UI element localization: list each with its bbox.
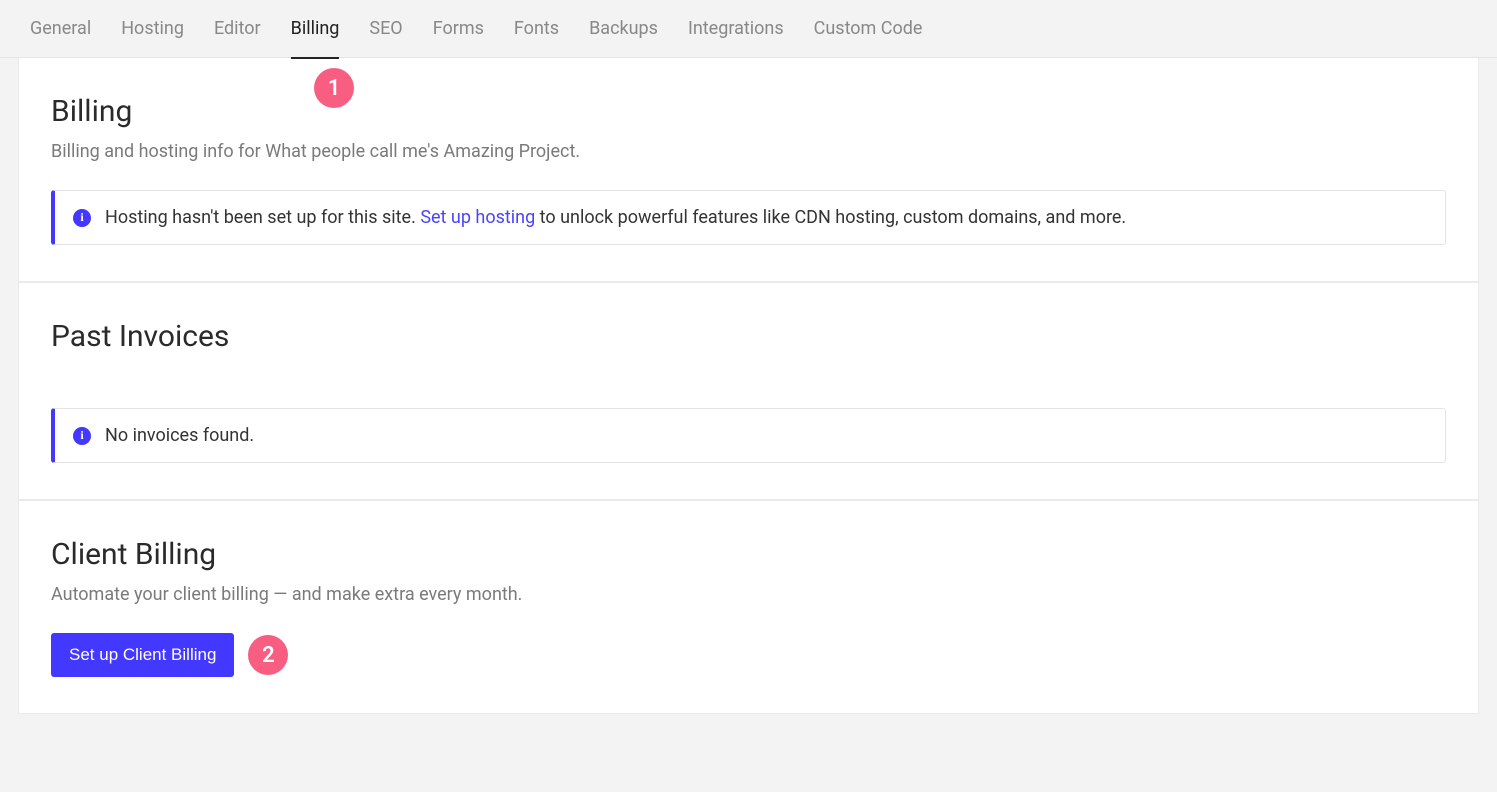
hosting-info-text: Hosting hasn't been set up for this site… xyxy=(105,207,1126,228)
client-billing-title: Client Billing xyxy=(51,537,1446,572)
past-invoices-panel: Past Invoices i No invoices found. xyxy=(18,282,1479,500)
tab-backups[interactable]: Backups xyxy=(589,0,658,58)
tab-editor[interactable]: Editor xyxy=(214,0,261,58)
tab-fonts[interactable]: Fonts xyxy=(514,0,559,58)
set-up-hosting-link[interactable]: Set up hosting xyxy=(420,207,535,228)
info-icon: i xyxy=(73,427,91,445)
annotation-marker-1: 1 xyxy=(314,68,354,108)
hosting-info-post: to unlock powerful features like CDN hos… xyxy=(535,207,1126,228)
past-invoices-title: Past Invoices xyxy=(51,319,1446,354)
client-billing-subtitle: Automate your client billing — and make … xyxy=(51,584,1446,605)
no-invoices-text: No invoices found. xyxy=(105,425,254,446)
billing-title: Billing xyxy=(51,94,1446,129)
annotation-marker-2: 2 xyxy=(248,635,288,675)
tab-seo[interactable]: SEO xyxy=(369,0,402,58)
invoices-info-box: i No invoices found. xyxy=(51,408,1446,463)
tab-custom-code[interactable]: Custom Code xyxy=(814,0,923,58)
client-billing-panel: Client Billing Automate your client bill… xyxy=(18,500,1479,714)
hosting-info-pre: Hosting hasn't been set up for this site… xyxy=(105,207,420,228)
hosting-info-box: i Hosting hasn't been set up for this si… xyxy=(51,190,1446,245)
settings-tabs: General Hosting Editor Billing SEO Forms… xyxy=(0,0,1497,58)
set-up-client-billing-button[interactable]: Set up Client Billing xyxy=(51,633,234,677)
billing-panel: Billing Billing and hosting info for Wha… xyxy=(18,58,1479,282)
tab-general[interactable]: General xyxy=(30,0,91,58)
tab-hosting[interactable]: Hosting xyxy=(121,0,184,58)
tab-billing[interactable]: Billing xyxy=(291,0,340,58)
info-icon: i xyxy=(73,209,91,227)
tab-integrations[interactable]: Integrations xyxy=(688,0,784,58)
billing-subtitle: Billing and hosting info for What people… xyxy=(51,141,1446,162)
tab-forms[interactable]: Forms xyxy=(433,0,484,58)
